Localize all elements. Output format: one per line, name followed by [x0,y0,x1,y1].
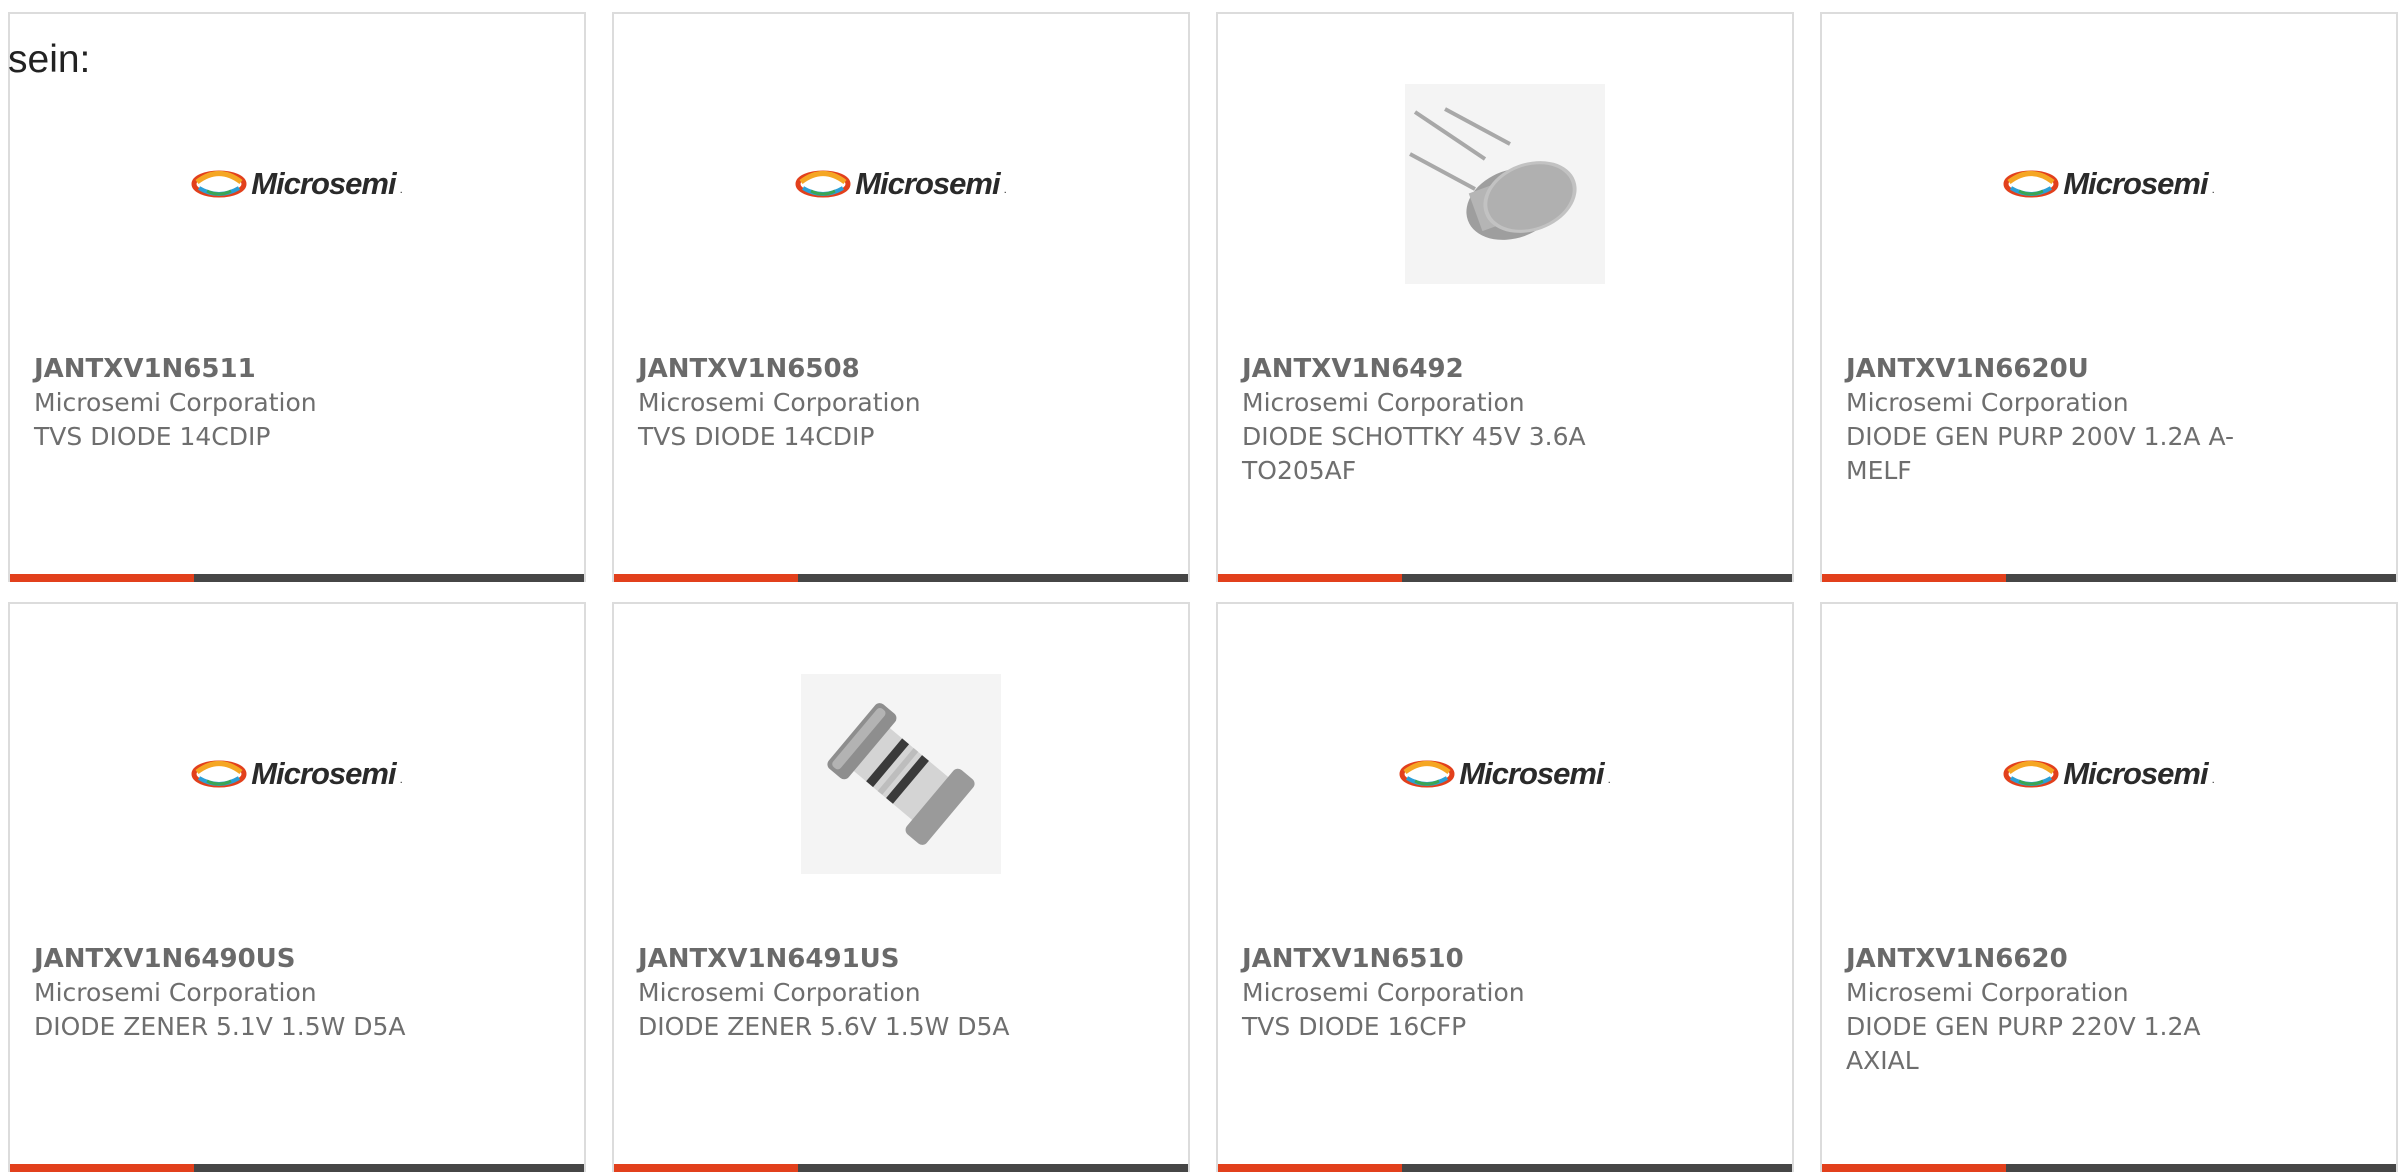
microsemi-logo: Microsemi . [2003,756,2215,792]
product-image[interactable]: Microsemi . [191,84,403,284]
product-grid: Microsemi . JANTXV1N6511 Microsemi Corpo… [8,12,2398,1172]
microsemi-logo-mark-icon [2003,760,2059,788]
logo-text: Microsemi [2063,166,2208,201]
logo-text: Microsemi [251,166,396,201]
to-can-diode-photo [1405,84,1605,284]
manufacturer-name: Microsemi Corporation [34,978,317,1007]
microsemi-logo: Microsemi . [191,756,403,792]
card-bottom-bar [1822,1164,2396,1172]
microsemi-logo-mark-icon [191,760,247,788]
microsemi-logo-mark-icon [2003,170,2059,198]
microsemi-logo-mark-icon [795,170,851,198]
logo-text: Microsemi [2063,756,2208,791]
product-card[interactable]: Microsemi . JANTXV1N6510 Microsemi Corpo… [1216,602,1794,1172]
product-info: JANTXV1N6620U Microsemi Corporation DIOD… [1846,352,2266,488]
microsemi-logo-mark-icon [191,170,247,198]
product-card[interactable]: Microsemi . JANTXV1N6620U Microsemi Corp… [1820,12,2398,582]
microsemi-logo: Microsemi . [1399,756,1611,792]
product-info: JANTXV1N6620 Microsemi Corporation DIODE… [1846,942,2266,1078]
manufacturer-name: Microsemi Corporation [1242,388,1525,417]
logo-text: Microsemi [855,166,1000,201]
product-description: TVS DIODE 14CDIP [34,422,271,451]
product-image[interactable]: Microsemi . [2003,84,2215,284]
product-info: JANTXV1N6490US Microsemi Corporation DIO… [34,942,454,1044]
product-info: JANTXV1N6511 Microsemi Corporation TVS D… [34,352,454,454]
card-bottom-bar [614,1164,1188,1172]
product-card[interactable]: Microsemi . JANTXV1N6620 Microsemi Corpo… [1820,602,2398,1172]
microsemi-logo: Microsemi . [191,166,403,202]
product-info: JANTXV1N6492 Microsemi Corporation DIODE… [1242,352,1662,488]
product-description: DIODE GEN PURP 220V 1.2A AXIAL [1846,1012,2201,1075]
product-info: JANTXV1N6508 Microsemi Corporation TVS D… [638,352,1058,454]
manufacturer-name: Microsemi Corporation [1242,978,1525,1007]
product-card[interactable]: Microsemi . JANTXV1N6508 Microsemi Corpo… [612,12,1190,582]
logo-text: Microsemi [251,756,396,791]
manufacturer-name: Microsemi Corporation [1846,388,2129,417]
card-bottom-bar [614,574,1188,582]
product-description: TVS DIODE 14CDIP [638,422,875,451]
product-image[interactable]: Microsemi . [191,674,403,874]
part-number[interactable]: JANTXV1N6620 [1846,942,2266,976]
card-bottom-bar [1218,1164,1792,1172]
card-bottom-bar [10,574,584,582]
part-number[interactable]: JANTXV1N6620U [1846,352,2266,386]
product-image[interactable]: Microsemi . [795,84,1007,284]
part-number[interactable]: JANTXV1N6492 [1242,352,1662,386]
logo-text: Microsemi [1459,756,1604,791]
product-description: TVS DIODE 16CFP [1242,1012,1467,1041]
product-image[interactable]: Microsemi . [2003,674,2215,874]
manufacturer-name: Microsemi Corporation [1846,978,2129,1007]
product-info: JANTXV1N6510 Microsemi Corporation TVS D… [1242,942,1662,1044]
card-bottom-bar [10,1164,584,1172]
microsemi-logo-mark-icon [1399,760,1455,788]
product-description: DIODE ZENER 5.1V 1.5W D5A [34,1012,406,1041]
product-description: DIODE ZENER 5.6V 1.5W D5A [638,1012,1010,1041]
part-number[interactable]: JANTXV1N6510 [1242,942,1662,976]
manufacturer-name: Microsemi Corporation [34,388,317,417]
part-number[interactable]: JANTXV1N6491US [638,942,1058,976]
product-image[interactable] [1405,84,1605,284]
product-image[interactable]: Microsemi . [1399,674,1611,874]
part-number[interactable]: JANTXV1N6508 [638,352,1058,386]
card-bottom-bar [1822,574,2396,582]
product-card[interactable]: Microsemi . JANTXV1N6490US Microsemi Cor… [8,602,586,1172]
manufacturer-name: Microsemi Corporation [638,978,921,1007]
microsemi-logo: Microsemi . [795,166,1007,202]
product-card[interactable]: Microsemi . JANTXV1N6511 Microsemi Corpo… [8,12,586,582]
melf-diode-photo [801,674,1001,874]
card-bottom-bar [1218,574,1792,582]
part-number[interactable]: JANTXV1N6511 [34,352,454,386]
page-label: sein: [8,38,91,81]
manufacturer-name: Microsemi Corporation [638,388,921,417]
microsemi-logo: Microsemi . [2003,166,2215,202]
product-description: DIODE SCHOTTKY 45V 3.6A TO205AF [1242,422,1586,485]
product-description: DIODE GEN PURP 200V 1.2A A-MELF [1846,422,2235,485]
part-number[interactable]: JANTXV1N6490US [34,942,454,976]
product-card[interactable]: JANTXV1N6491US Microsemi Corporation DIO… [612,602,1190,1172]
product-info: JANTXV1N6491US Microsemi Corporation DIO… [638,942,1058,1044]
product-card[interactable]: JANTXV1N6492 Microsemi Corporation DIODE… [1216,12,1794,582]
product-image[interactable] [801,674,1001,874]
